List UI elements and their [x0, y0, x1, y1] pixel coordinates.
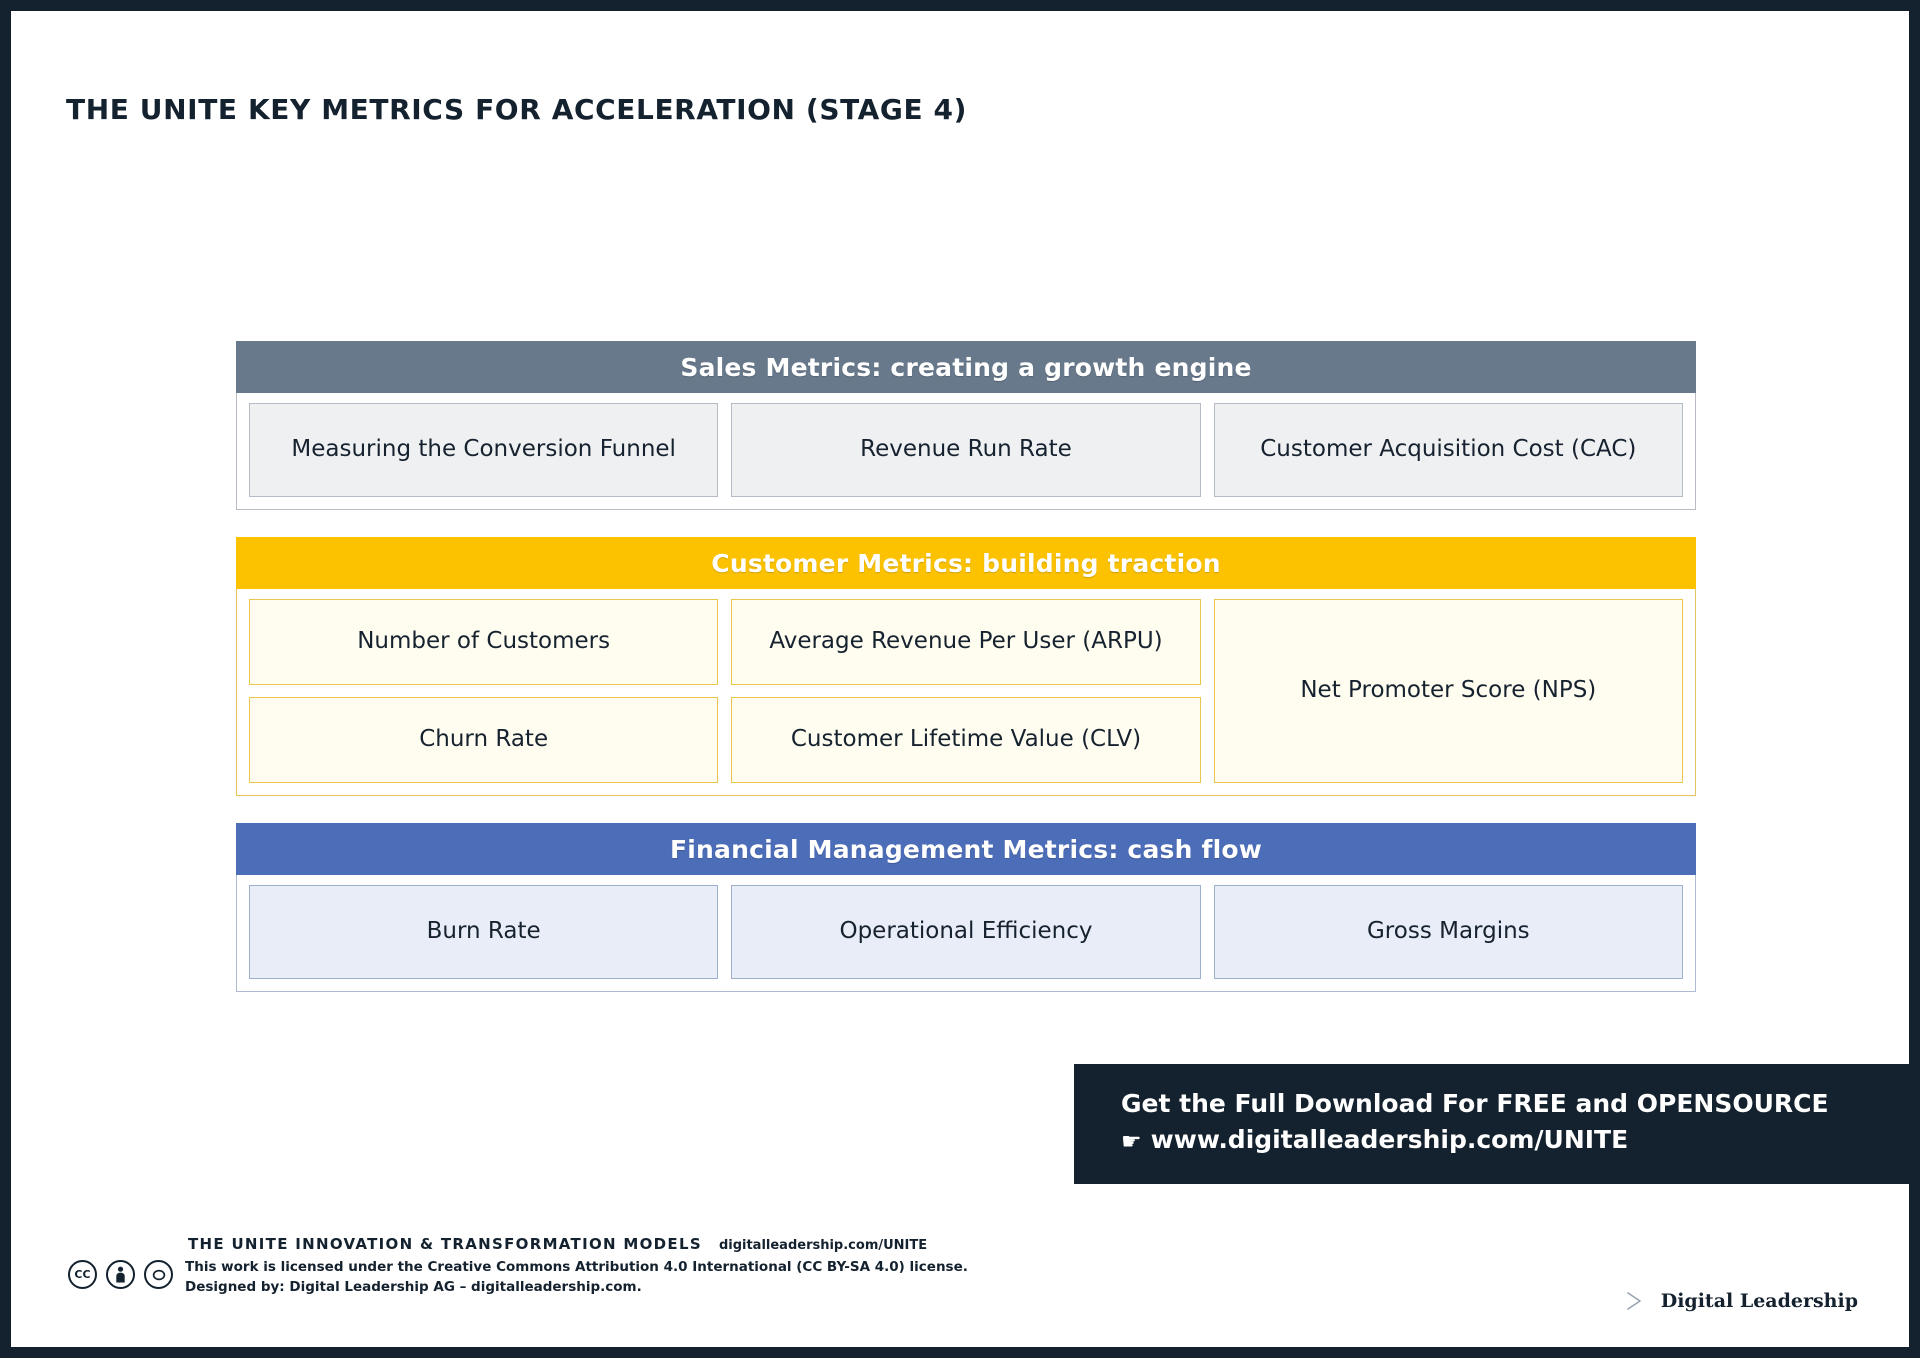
financial-column-2: Operational Efficiency: [731, 885, 1200, 979]
section-body-customer: Number of Customers Churn Rate Average R…: [236, 589, 1696, 796]
metric-card[interactable]: Number of Customers: [249, 599, 718, 685]
sales-column-3: Customer Acquisition Cost (CAC): [1214, 403, 1683, 497]
section-body-financial: Burn Rate Operational Efficiency Gross M…: [236, 875, 1696, 992]
footer-license-text: This work is licensed under the Creative…: [185, 1258, 968, 1297]
chevron-right-icon: [1624, 1290, 1650, 1312]
footer-title-row: THE UNITE INNOVATION & TRANSFORMATION MO…: [188, 1235, 1858, 1253]
metric-card[interactable]: Customer Lifetime Value (CLV): [731, 697, 1200, 783]
creative-commons-badges: CC: [68, 1258, 173, 1289]
section-financial-metrics: Financial Management Metrics: cash flow …: [236, 823, 1696, 992]
cta-headline: Get the Full Download For FREE and OPENS…: [1121, 1086, 1910, 1122]
metric-card[interactable]: Customer Acquisition Cost (CAC): [1214, 403, 1683, 497]
section-customer-metrics: Customer Metrics: building traction Numb…: [236, 537, 1696, 796]
metric-card[interactable]: Gross Margins: [1214, 885, 1683, 979]
metric-card[interactable]: Average Revenue Per User (ARPU): [731, 599, 1200, 685]
metric-card[interactable]: Revenue Run Rate: [731, 403, 1200, 497]
sales-column-2: Revenue Run Rate: [731, 403, 1200, 497]
download-cta-banner[interactable]: Get the Full Download For FREE and OPENS…: [1074, 1064, 1910, 1184]
cc-by-person-icon: [106, 1260, 135, 1289]
cc-sa-share-alike-icon: [144, 1260, 173, 1289]
license-line-2: Designed by: Digital Leadership AG – dig…: [185, 1278, 968, 1298]
section-header-customer: Customer Metrics: building traction: [236, 537, 1696, 589]
section-header-financial: Financial Management Metrics: cash flow: [236, 823, 1696, 875]
financial-column-1: Burn Rate: [249, 885, 718, 979]
section-header-sales: Sales Metrics: creating a growth engine: [236, 341, 1696, 393]
metric-card[interactable]: Operational Efficiency: [731, 885, 1200, 979]
customer-column-3: Net Promoter Score (NPS): [1214, 599, 1683, 783]
financial-column-3: Gross Margins: [1214, 885, 1683, 979]
sales-column-1: Measuring the Conversion Funnel: [249, 403, 718, 497]
digital-leadership-logo: Digital Leadership: [1624, 1290, 1858, 1312]
metric-card[interactable]: Churn Rate: [249, 697, 718, 783]
customer-column-1: Number of Customers Churn Rate: [249, 599, 718, 783]
metric-card[interactable]: Net Promoter Score (NPS): [1214, 599, 1683, 783]
cta-url[interactable]: www.digitalleadership.com/UNITE: [1151, 1125, 1629, 1154]
footer-main: CC This work is licensed under the Creat…: [68, 1258, 1858, 1297]
license-line-1: This work is licensed under the Creative…: [185, 1258, 968, 1278]
pointing-hand-icon: ☛: [1121, 1126, 1142, 1159]
cc-icon: CC: [68, 1260, 97, 1289]
slide-page: THE UNITE KEY METRICS FOR ACCELERATION (…: [0, 0, 1920, 1358]
metric-card[interactable]: Burn Rate: [249, 885, 718, 979]
section-body-sales: Measuring the Conversion Funnel Revenue …: [236, 393, 1696, 510]
footer-url[interactable]: digitalleadership.com/UNITE: [719, 1238, 927, 1253]
section-sales-metrics: Sales Metrics: creating a growth engine …: [236, 341, 1696, 510]
footer: THE UNITE INNOVATION & TRANSFORMATION MO…: [68, 1235, 1858, 1317]
page-title: THE UNITE KEY METRICS FOR ACCELERATION (…: [66, 93, 967, 126]
footer-brand: THE UNITE INNOVATION & TRANSFORMATION MO…: [188, 1235, 702, 1253]
logo-text: Digital Leadership: [1661, 1290, 1858, 1312]
customer-column-2: Average Revenue Per User (ARPU) Customer…: [731, 599, 1200, 783]
metric-card[interactable]: Measuring the Conversion Funnel: [249, 403, 718, 497]
metrics-matrix: Sales Metrics: creating a growth engine …: [236, 341, 1696, 992]
cta-url-row[interactable]: ☛ www.digitalleadership.com/UNITE: [1121, 1122, 1910, 1159]
